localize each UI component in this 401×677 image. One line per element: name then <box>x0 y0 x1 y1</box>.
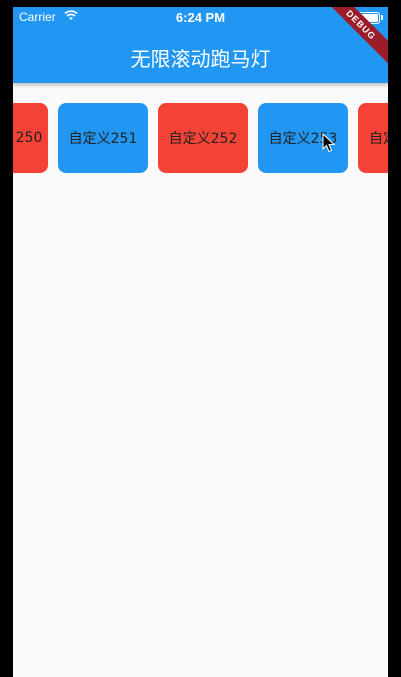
marquee-item[interactable]: 自定义251 <box>58 103 148 173</box>
marquee-item[interactable]: 自定 <box>358 103 388 173</box>
battery-cap <box>381 15 383 20</box>
app-bar: Carrier 6:24 PM 无限滚动跑马灯 DEBUG <box>13 7 388 83</box>
marquee-item-label: 自定义251 <box>68 131 138 147</box>
marquee-item-label: 自定 <box>369 131 388 147</box>
marquee-item-label: 250 <box>15 130 43 146</box>
app-screen: Carrier 6:24 PM 无限滚动跑马灯 DEBUG 250 自定义251… <box>13 7 388 677</box>
marquee-item-label: 自定义252 <box>168 131 238 147</box>
page-title: 无限滚动跑马灯 <box>130 47 271 71</box>
status-bar: Carrier 6:24 PM <box>13 7 388 27</box>
marquee-item[interactable]: 自定义252 <box>158 103 248 173</box>
status-time: 6:24 PM <box>175 10 226 25</box>
mouse-cursor-icon <box>322 132 336 158</box>
marquee-item[interactable]: 250 <box>13 103 48 173</box>
